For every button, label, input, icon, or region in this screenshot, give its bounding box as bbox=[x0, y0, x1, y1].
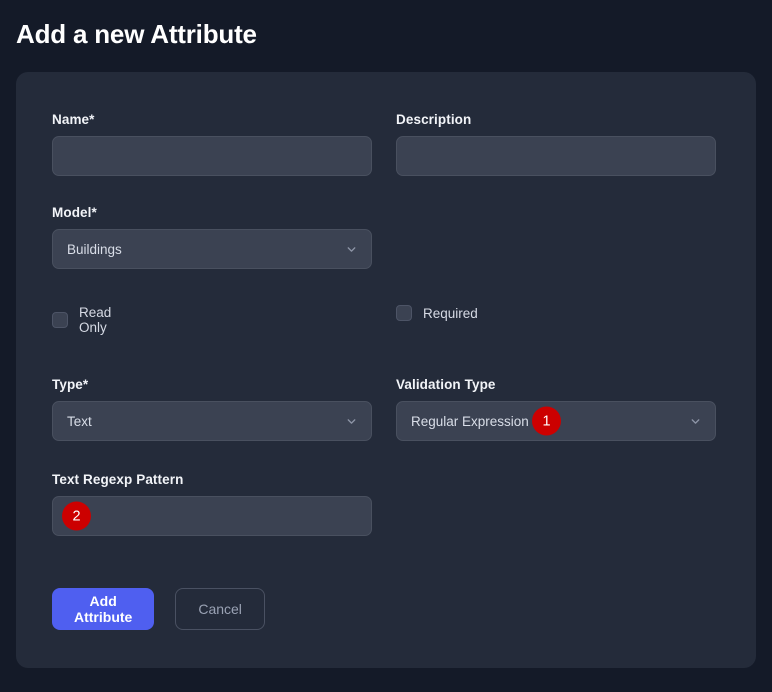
required-checkbox[interactable] bbox=[396, 305, 412, 321]
page-title: Add a new Attribute bbox=[16, 19, 257, 50]
description-label: Description bbox=[396, 112, 716, 127]
model-selected-value: Buildings bbox=[67, 242, 122, 257]
model-select[interactable]: Buildings bbox=[52, 229, 372, 269]
text-regexp-pattern-input[interactable]: 2 bbox=[52, 496, 372, 536]
field-read-only: Read Only bbox=[52, 305, 111, 335]
chevron-down-icon bbox=[344, 414, 358, 428]
model-label: Model* bbox=[52, 205, 372, 220]
read-only-checkbox-group[interactable]: Read Only bbox=[52, 305, 111, 335]
validation-type-select[interactable]: Regular Expression 1 bbox=[396, 401, 716, 441]
validation-type-selected-value: Regular Expression bbox=[411, 414, 529, 429]
text-regexp-pattern-input-field[interactable] bbox=[53, 497, 371, 535]
description-input-field[interactable] bbox=[397, 137, 715, 175]
description-input[interactable] bbox=[396, 136, 716, 176]
name-label: Name* bbox=[52, 112, 372, 127]
field-model: Model* Buildings bbox=[52, 205, 372, 269]
chevron-down-icon bbox=[344, 242, 358, 256]
required-label: Required bbox=[423, 306, 478, 321]
cancel-button[interactable]: Cancel bbox=[175, 588, 265, 630]
field-name: Name* bbox=[52, 112, 372, 176]
step-badge-2: 2 bbox=[62, 502, 91, 531]
required-checkbox-group[interactable]: Required bbox=[396, 305, 478, 321]
field-description: Description bbox=[396, 112, 716, 176]
name-input-field[interactable] bbox=[53, 137, 371, 175]
chevron-down-icon bbox=[688, 414, 702, 428]
add-attribute-button[interactable]: Add Attribute bbox=[52, 588, 154, 630]
field-validation-type: Validation Type Regular Expression 1 bbox=[396, 377, 716, 441]
step-badge-1: 1 bbox=[532, 407, 561, 436]
field-text-regexp-pattern: Text Regexp Pattern 2 bbox=[52, 472, 372, 536]
type-selected-value: Text bbox=[67, 414, 92, 429]
text-regexp-pattern-label: Text Regexp Pattern bbox=[52, 472, 372, 487]
field-required: Required bbox=[396, 305, 478, 321]
form-actions: Add Attribute Cancel bbox=[52, 588, 265, 630]
read-only-label: Read Only bbox=[79, 305, 111, 335]
read-only-checkbox[interactable] bbox=[52, 312, 68, 328]
type-select[interactable]: Text bbox=[52, 401, 372, 441]
type-label: Type* bbox=[52, 377, 372, 392]
field-type: Type* Text bbox=[52, 377, 372, 441]
add-attribute-form-card: Name* Description Model* Buildings bbox=[16, 72, 756, 668]
name-input[interactable] bbox=[52, 136, 372, 176]
validation-type-label: Validation Type bbox=[396, 377, 716, 392]
